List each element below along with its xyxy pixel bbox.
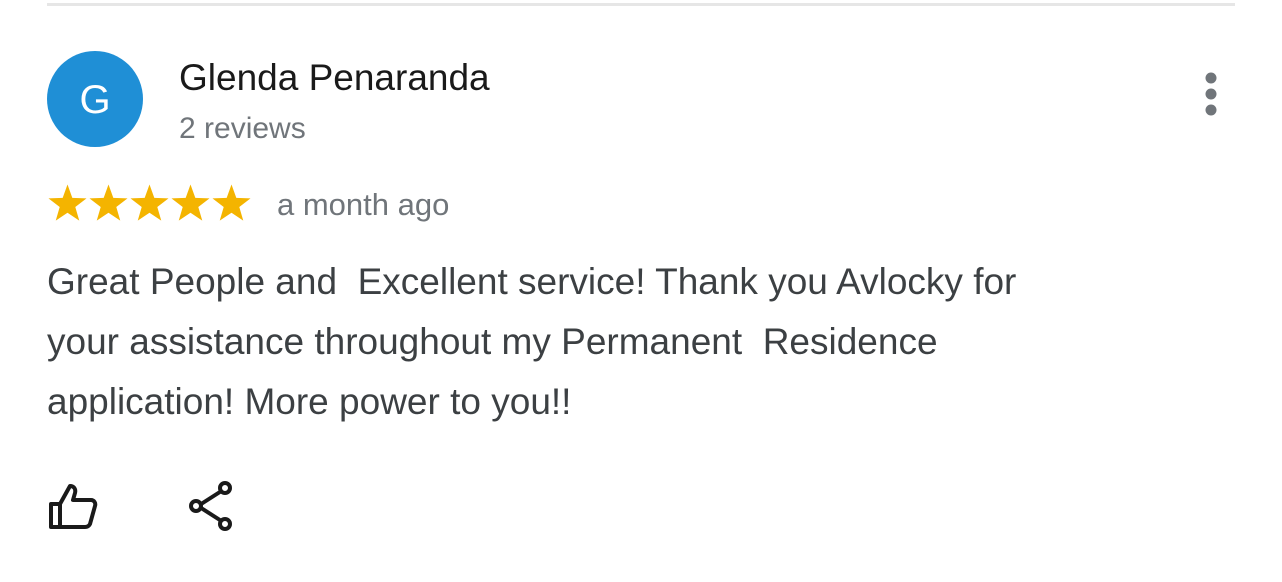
top-divider: [47, 3, 1235, 6]
share-icon: [189, 481, 232, 531]
star-icon: [171, 184, 210, 221]
star-rating: [47, 183, 252, 224]
star-icon: [212, 184, 251, 221]
like-button[interactable]: [47, 478, 103, 534]
reviewer-review-count[interactable]: 2 reviews: [179, 110, 306, 148]
thumb-up-icon: [49, 484, 98, 529]
star-icon: [130, 184, 169, 221]
avatar-letter: G: [79, 78, 111, 122]
avatar[interactable]: G: [47, 51, 143, 147]
more-options-button[interactable]: [1190, 68, 1232, 120]
more-vert-icon: [1205, 72, 1217, 116]
review-text: Great People and Excellent service! Than…: [47, 261, 1017, 422]
reviewer-name[interactable]: Glenda Penaranda: [179, 56, 490, 100]
rating-row: a month ago: [47, 178, 449, 228]
share-button[interactable]: [187, 478, 243, 534]
star-icon: [48, 184, 87, 221]
star-icon: [89, 184, 128, 221]
review-actions: [47, 478, 243, 534]
review-date: a month ago: [277, 187, 450, 222]
